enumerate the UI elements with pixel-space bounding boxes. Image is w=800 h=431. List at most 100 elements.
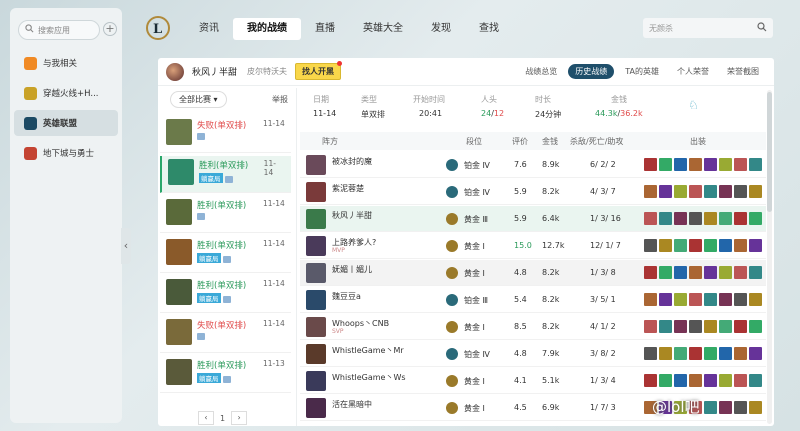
find-teammates-button[interactable]: 找人开黑 xyxy=(295,61,343,80)
item-build xyxy=(644,212,762,225)
table-row[interactable]: 妩媚丨媚儿 黄金 Ⅰ 4.8 8.2k 1/ 3/ 8 xyxy=(300,260,766,286)
rank-text: 黄金 Ⅰ xyxy=(464,404,485,413)
item-build xyxy=(644,239,762,252)
table-row[interactable]: 紫泥蓉楚 铂金 Ⅳ 5.9 8.2k 4/ 3/ 7 xyxy=(300,179,766,205)
item-icon xyxy=(704,401,717,414)
scrollbar-thumb[interactable] xyxy=(767,92,772,212)
player-name[interactable]: 被冰封的魔 xyxy=(332,156,372,167)
player-name[interactable]: 魏豆豆a xyxy=(332,291,361,302)
profile-tab-1[interactable]: 历史战绩 xyxy=(568,64,615,79)
table-row[interactable]: WhistleGame丶Ws 黄金 Ⅰ 4.1 5.1k 1/ 3/ 4 xyxy=(300,368,766,394)
nav-tab-3[interactable]: 英雄大全 xyxy=(349,18,417,40)
kda-text: 1/ 3/ 4 xyxy=(590,376,616,385)
item-icon xyxy=(644,293,657,306)
watermark: @lol吧 xyxy=(652,398,700,416)
item-icon xyxy=(749,239,762,252)
nav-tab-0[interactable]: 资讯 xyxy=(185,18,233,40)
table-row[interactable]: 上路养爹人? MVP 黄金 Ⅰ 15.0 12.7k 12/ 1/ 7 xyxy=(300,233,766,259)
summary-start: 开始时间 20:41 xyxy=(413,94,445,118)
profile-tab-3[interactable]: 个人荣誉 xyxy=(670,64,716,79)
col-gold: 金钱 xyxy=(542,137,558,146)
pagination: ‹ 1 › xyxy=(198,411,248,425)
player-name[interactable]: 活在黑暗中 xyxy=(332,399,372,410)
player-name[interactable]: WhistleGame丶Ws xyxy=(332,372,406,383)
player-name[interactable]: 妩媚丨媚儿 xyxy=(332,264,372,275)
item-icon xyxy=(659,347,672,360)
rank-text: 铂金 Ⅳ xyxy=(464,350,490,359)
table-row[interactable]: 被冰封的魔 铂金 Ⅳ 7.6 8.9k 6/ 2/ 2 xyxy=(300,152,766,178)
collapse-sidebar-button[interactable]: ‹ xyxy=(121,228,131,264)
scrollbar[interactable] xyxy=(767,90,772,424)
app-search-input[interactable]: 搜索应用 xyxy=(18,20,100,40)
rank-text: 铂金 Ⅳ xyxy=(464,188,490,197)
nav-tab-4[interactable]: 发现 xyxy=(417,18,465,40)
player-name[interactable]: WhistleGame丶Mr xyxy=(332,345,404,356)
top-search-input[interactable]: 无颜杀 xyxy=(643,18,773,38)
kda-text: 3/ 5/ 1 xyxy=(590,295,616,304)
table-row[interactable]: Whoops丶CNB SVP 黄金 Ⅰ 8.5 8.2k 4/ 1/ 2 xyxy=(300,314,766,340)
report-link[interactable]: 举报 xyxy=(272,94,288,105)
match-result: 胜利(单双排) xyxy=(197,241,247,251)
kda-text: 3/ 8/ 2 xyxy=(590,349,616,358)
score-text: 5.9 xyxy=(514,214,527,223)
profile-tab-2[interactable]: TA的英雄 xyxy=(618,64,666,79)
sidebar-item-0[interactable]: 与我相关 xyxy=(14,50,118,76)
rank-icon xyxy=(446,267,458,279)
kda-text: 4/ 3/ 7 xyxy=(590,187,616,196)
match-result: 胜利(单双排) xyxy=(197,281,247,291)
sidebar-item-label: 英雄联盟 xyxy=(43,119,78,129)
match-list-item[interactable]: 胜利(单双排) 躺赢局 11-14 xyxy=(160,156,291,193)
item-icon xyxy=(644,347,657,360)
next-page-button[interactable]: › xyxy=(231,411,248,425)
item-icon xyxy=(749,320,762,333)
prev-page-button[interactable]: ‹ xyxy=(198,411,214,425)
kda-text: 1/ 7/ 3 xyxy=(590,403,616,412)
item-icon xyxy=(734,212,747,225)
scoreboard-header: 阵方 段位 评价 金钱 杀敌/死亡/助攻 出装 xyxy=(300,132,766,150)
score-text: 4.5 xyxy=(514,403,527,412)
profile-tab-0[interactable]: 战绩总览 xyxy=(518,64,564,79)
item-icon xyxy=(689,320,702,333)
match-filter-select[interactable]: 全部比赛 ▾ xyxy=(170,90,227,108)
item-icon xyxy=(704,158,717,171)
champion-icon xyxy=(306,236,326,256)
lol-logo[interactable]: L xyxy=(146,14,170,42)
table-row[interactable]: 秋风丿半甜 黄金 Ⅲ 5.9 6.4k 1/ 3/ 16 xyxy=(300,206,766,232)
summary-duration-label: 时长 xyxy=(535,95,551,104)
player-name[interactable]: 秋风丿半甜 xyxy=(332,210,372,221)
add-app-button[interactable]: + xyxy=(103,22,117,36)
rank-icon xyxy=(446,321,458,333)
match-list-item[interactable]: 失败(单双排) 11-14 xyxy=(160,316,291,353)
game-mode-icon xyxy=(197,133,205,140)
item-icon xyxy=(704,320,717,333)
score-text: 4.8 xyxy=(514,349,527,358)
item-icon xyxy=(704,374,717,387)
profile-tab-4[interactable]: 荣誉截图 xyxy=(720,64,766,79)
item-icon xyxy=(674,212,687,225)
match-list-item[interactable]: 胜利(单双排) 躺赢局 11-14 xyxy=(160,236,291,273)
search-icon[interactable] xyxy=(757,22,767,34)
table-row[interactable]: WhistleGame丶Mr 铂金 Ⅳ 4.8 7.9k 3/ 8/ 2 xyxy=(300,341,766,367)
match-list-item[interactable]: 胜利(单双排) 躺赢局 11-14 xyxy=(160,276,291,313)
nav-tab-5[interactable]: 查找 xyxy=(465,18,513,40)
item-build xyxy=(644,293,762,306)
match-list-item[interactable]: 失败(单双排) 11-14 xyxy=(160,116,291,153)
item-build xyxy=(644,374,762,387)
share-icon[interactable]: ♘ xyxy=(688,98,702,116)
match-list-item[interactable]: 胜利(单双排) 躺赢局 11-13 xyxy=(160,356,291,393)
match-info: 胜利(单双排) 躺赢局 xyxy=(197,359,259,384)
avatar[interactable] xyxy=(166,62,184,81)
player-name[interactable]: 紫泥蓉楚 xyxy=(332,183,364,194)
sidebar-item-2[interactable]: 英雄联盟 xyxy=(14,110,118,136)
team-gold-b: 36.2k xyxy=(620,109,643,118)
sidebar-item-1[interactable]: 穿越火线+H... xyxy=(14,80,118,106)
rank-text: 铂金 Ⅲ xyxy=(464,296,489,305)
sidebar-item-3[interactable]: 地下城与勇士 xyxy=(14,140,118,166)
my-related-icon xyxy=(24,56,37,70)
nav-tab-2[interactable]: 直播 xyxy=(301,18,349,40)
match-list-item[interactable]: 胜利(单双排) 11-14 xyxy=(160,196,291,233)
top-navigation: 资讯 我的战绩 直播 英雄大全 发现 查找 xyxy=(185,18,513,40)
nav-tab-1[interactable]: 我的战绩 xyxy=(233,18,301,40)
item-build xyxy=(644,185,762,198)
table-row[interactable]: 魏豆豆a 铂金 Ⅲ 5.4 8.2k 3/ 5/ 1 xyxy=(300,287,766,313)
